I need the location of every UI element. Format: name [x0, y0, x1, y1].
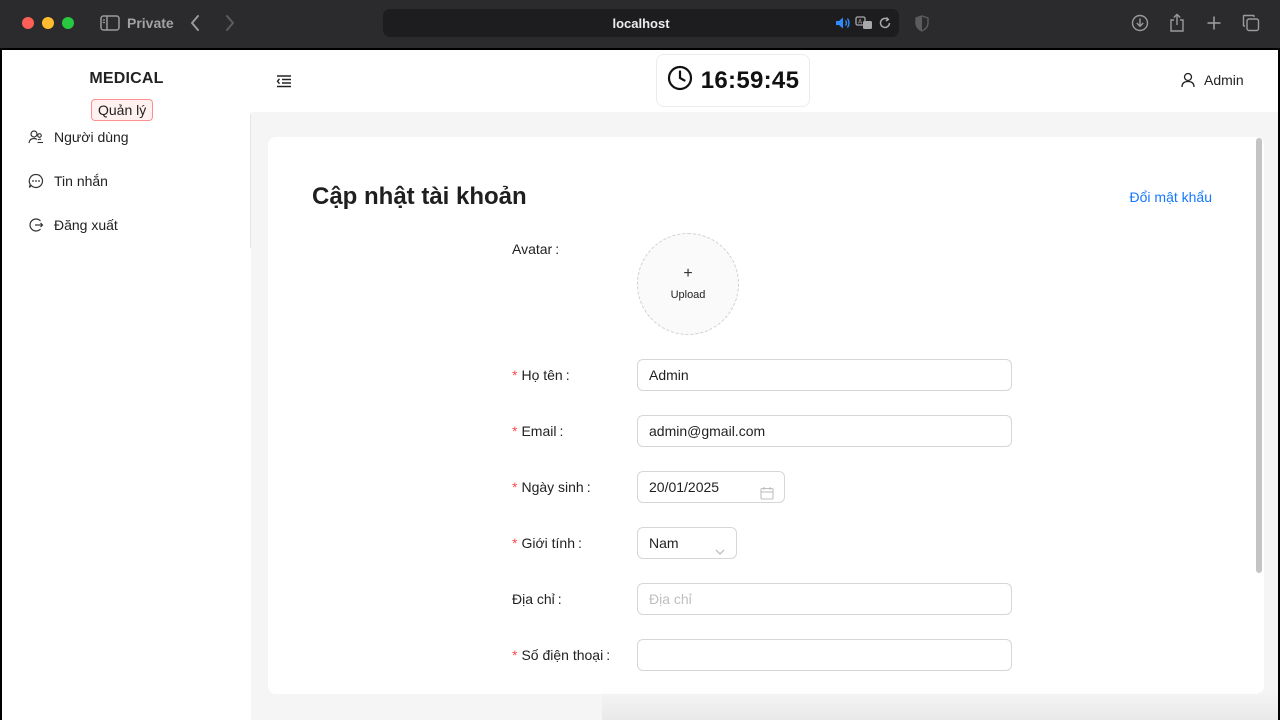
share-icon[interactable]: [1166, 12, 1188, 34]
sidebar-item-label: Người dùng: [54, 129, 129, 145]
email-input[interactable]: [637, 415, 1012, 447]
required-mark: *: [512, 367, 518, 383]
sidebar: MEDICAL Quản lý Người dùng Tin nhắn Đăng…: [2, 50, 251, 248]
message-icon: [28, 173, 44, 189]
field-label-text: Địa chỉ: [512, 591, 555, 607]
required-mark: *: [512, 535, 518, 551]
reload-icon[interactable]: [878, 15, 892, 31]
gender-label: * Giới tính:: [512, 535, 582, 551]
label-colon: :: [606, 647, 611, 663]
clock-time: 16:59:45: [700, 66, 800, 94]
private-mode-label: Private: [127, 15, 174, 31]
sidebar-item-logout[interactable]: Đăng xuất: [28, 214, 118, 236]
label-colon: :: [586, 479, 591, 495]
field-label-text: Số điện thoại: [521, 647, 604, 663]
calendar-icon: [760, 480, 774, 500]
sidebar-item-messages[interactable]: Tin nhắn: [28, 170, 108, 192]
label-colon: :: [578, 535, 582, 551]
user-menu[interactable]: Admin: [1180, 72, 1244, 88]
label-colon: :: [555, 241, 560, 257]
address-bar[interactable]: localhost A: [383, 9, 899, 37]
address-input[interactable]: [637, 583, 1012, 615]
fullname-input[interactable]: [637, 359, 1012, 391]
sidebar-item-label: Tin nhắn: [54, 173, 108, 189]
scrollbar-thumb[interactable]: [1256, 138, 1262, 573]
plus-icon: +: [683, 265, 693, 282]
sidebar-toggle-icon[interactable]: [99, 12, 121, 34]
avatar-upload[interactable]: + Upload: [637, 233, 739, 335]
menu-collapse-icon[interactable]: [275, 72, 293, 90]
app-layout: MEDICAL Quản lý Người dùng Tin nhắn Đăng…: [2, 50, 1278, 720]
phone-input[interactable]: [637, 639, 1012, 671]
fullname-label: * Họ tên:: [512, 367, 570, 383]
forward-arrow-icon[interactable]: [221, 12, 239, 34]
upload-text: Upload: [670, 289, 706, 301]
label-colon: :: [557, 591, 562, 607]
top-header: 16:59:45 Admin: [251, 50, 1278, 112]
sidebar-item-users[interactable]: Người dùng: [28, 126, 129, 148]
sidebar-background: [2, 248, 251, 720]
bottom-shadow: [602, 690, 1278, 720]
required-mark: *: [512, 479, 518, 495]
birthday-date-picker[interactable]: 20/01/2025: [637, 471, 785, 503]
browser-toolbar: Private localhost A: [0, 0, 1280, 48]
privacy-shield-icon[interactable]: [914, 12, 930, 34]
required-mark: *: [512, 423, 518, 439]
back-arrow-icon[interactable]: [186, 12, 204, 34]
user-icon: [1180, 72, 1196, 88]
translate-icon[interactable]: A: [855, 15, 873, 31]
avatar-label: Avatar:: [512, 241, 559, 257]
users-icon: [28, 129, 44, 145]
label-colon: :: [565, 367, 570, 383]
field-label-text: Avatar: [512, 241, 553, 257]
phone-label: * Số điện thoại:: [512, 647, 610, 663]
field-label-text: Email: [521, 423, 557, 439]
field-label-text: Họ tên: [521, 367, 563, 383]
field-label-text: Giới tính: [521, 535, 575, 551]
digital-clock: 16:59:45: [656, 54, 810, 107]
birthday-label: * Ngày sinh:: [512, 479, 591, 495]
chevron-down-icon: [714, 538, 726, 555]
required-mark: *: [512, 647, 518, 663]
brand-logo: MEDICAL: [89, 70, 164, 87]
zoom-window-button[interactable]: [62, 17, 74, 29]
role-tag: Quản lý: [91, 99, 154, 121]
clock-icon: [667, 65, 693, 96]
change-password-link[interactable]: Đổi mật khẩu: [1130, 189, 1212, 205]
sidebar-divider: [250, 114, 251, 248]
sidebar-item-label: Đăng xuất: [54, 217, 118, 233]
speaker-icon[interactable]: [835, 15, 851, 31]
new-tab-icon[interactable]: [1203, 12, 1225, 34]
gender-value: Nam: [649, 535, 679, 551]
email-label: * Email:: [512, 423, 563, 439]
user-name: Admin: [1204, 72, 1244, 88]
address-label: Địa chỉ:: [512, 591, 562, 607]
gender-select[interactable]: Nam: [637, 527, 737, 559]
downloads-icon[interactable]: [1129, 12, 1151, 34]
minimize-window-button[interactable]: [42, 17, 54, 29]
close-window-button[interactable]: [22, 17, 34, 29]
content-card: Cập nhật tài khoản Đổi mật khẩu Avatar: …: [268, 137, 1264, 694]
field-label-text: Ngày sinh: [521, 479, 584, 495]
tab-overview-icon[interactable]: [1240, 12, 1262, 34]
page-title: Cập nhật tài khoản: [312, 183, 527, 210]
logout-icon: [28, 217, 44, 233]
address-text: localhost: [612, 16, 670, 31]
birthday-value: 20/01/2025: [649, 479, 720, 495]
label-colon: :: [559, 423, 564, 439]
